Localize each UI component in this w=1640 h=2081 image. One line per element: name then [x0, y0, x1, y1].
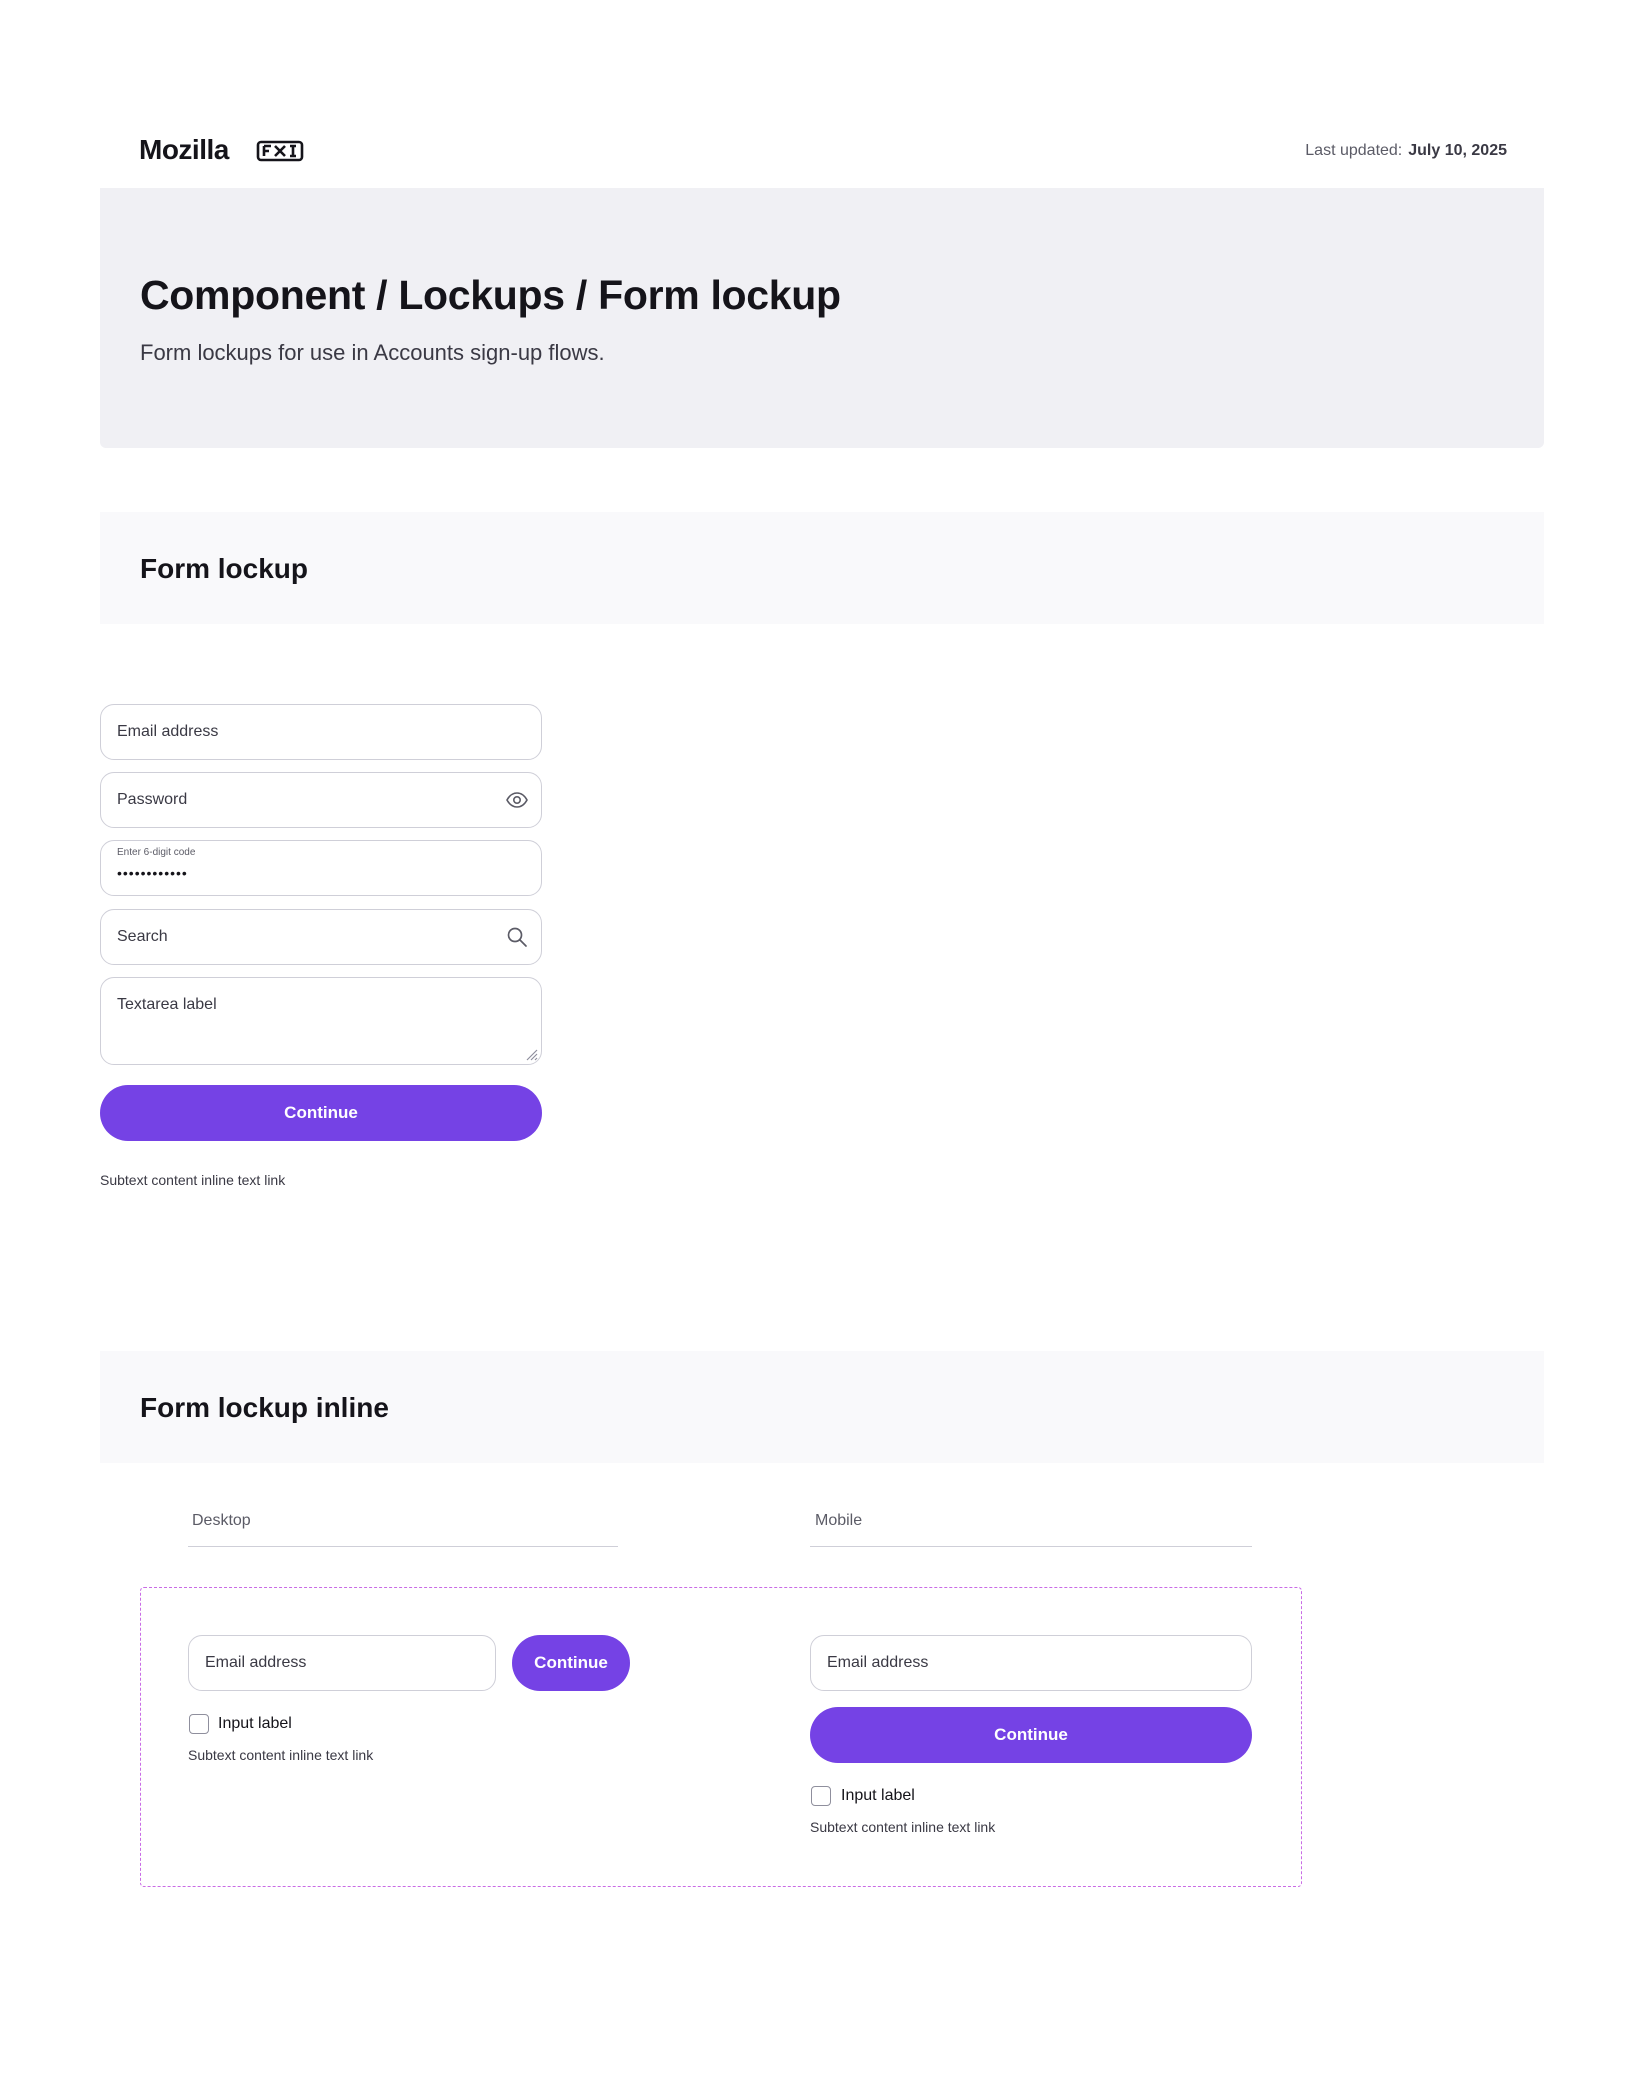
form-subtext[interactable]: Subtext content inline text link	[100, 1172, 285, 1188]
email-field-label: Email address	[117, 723, 219, 740]
resize-handle-icon[interactable]	[524, 1047, 538, 1061]
last-updated: Last updated: July 10, 2025	[1305, 142, 1507, 160]
password-field[interactable]: Password	[100, 772, 542, 828]
search-icon[interactable]	[505, 925, 529, 949]
eye-icon[interactable]	[505, 788, 529, 812]
page-title: Component / Lockups / Form lockup	[140, 272, 841, 318]
textarea-field[interactable]: Textarea label	[100, 977, 542, 1065]
desktop-checkbox-label[interactable]: Input label	[218, 1715, 292, 1733]
mobile-email-field-label: Email address	[827, 1654, 929, 1671]
desktop-email-field[interactable]: Email address	[188, 1635, 496, 1691]
textarea-field-label: Textarea label	[117, 996, 217, 1013]
last-updated-label: Last updated:	[1305, 142, 1403, 159]
desktop-checkbox[interactable]	[189, 1714, 209, 1734]
mobile-subtext[interactable]: Subtext content inline text link	[810, 1819, 995, 1835]
last-updated-date: July 10, 2025	[1408, 142, 1507, 159]
desktop-subtext[interactable]: Subtext content inline text link	[188, 1747, 373, 1763]
search-field[interactable]: Search	[100, 909, 542, 965]
section-title-form-lockup: Form lockup	[140, 553, 309, 584]
mobile-continue-button[interactable]: Continue	[810, 1707, 1252, 1763]
password-field-label: Password	[117, 791, 188, 808]
mobile-column-divider	[810, 1546, 1252, 1547]
mobile-column-label: Mobile	[815, 1512, 863, 1529]
continue-button[interactable]: Continue	[100, 1085, 542, 1141]
section-title-form-lockup-inline: Form lockup inline	[140, 1392, 389, 1423]
mobile-email-field[interactable]: Email address	[810, 1635, 1252, 1691]
email-field[interactable]: Email address	[100, 704, 542, 760]
mobile-checkbox-label[interactable]: Input label	[841, 1787, 915, 1805]
code-field-value: ••••••••••••	[117, 865, 188, 881]
code-field[interactable]: Enter 6-digit code ••••••••••••	[100, 840, 542, 896]
fxa-logo-icon	[256, 140, 304, 162]
code-field-label: Enter 6-digit code	[117, 847, 196, 858]
desktop-continue-button[interactable]: Continue	[512, 1635, 630, 1691]
desktop-email-field-label: Email address	[205, 1654, 307, 1671]
search-field-label: Search	[117, 928, 168, 945]
mobile-checkbox[interactable]	[811, 1786, 831, 1806]
desktop-column-divider	[188, 1546, 618, 1547]
page-subtitle: Form lockups for use in Accounts sign-up…	[140, 340, 605, 365]
desktop-column-label: Desktop	[192, 1512, 251, 1529]
mozilla-logo: Mozilla	[139, 134, 229, 165]
section-header-form-lockup	[100, 512, 1544, 624]
